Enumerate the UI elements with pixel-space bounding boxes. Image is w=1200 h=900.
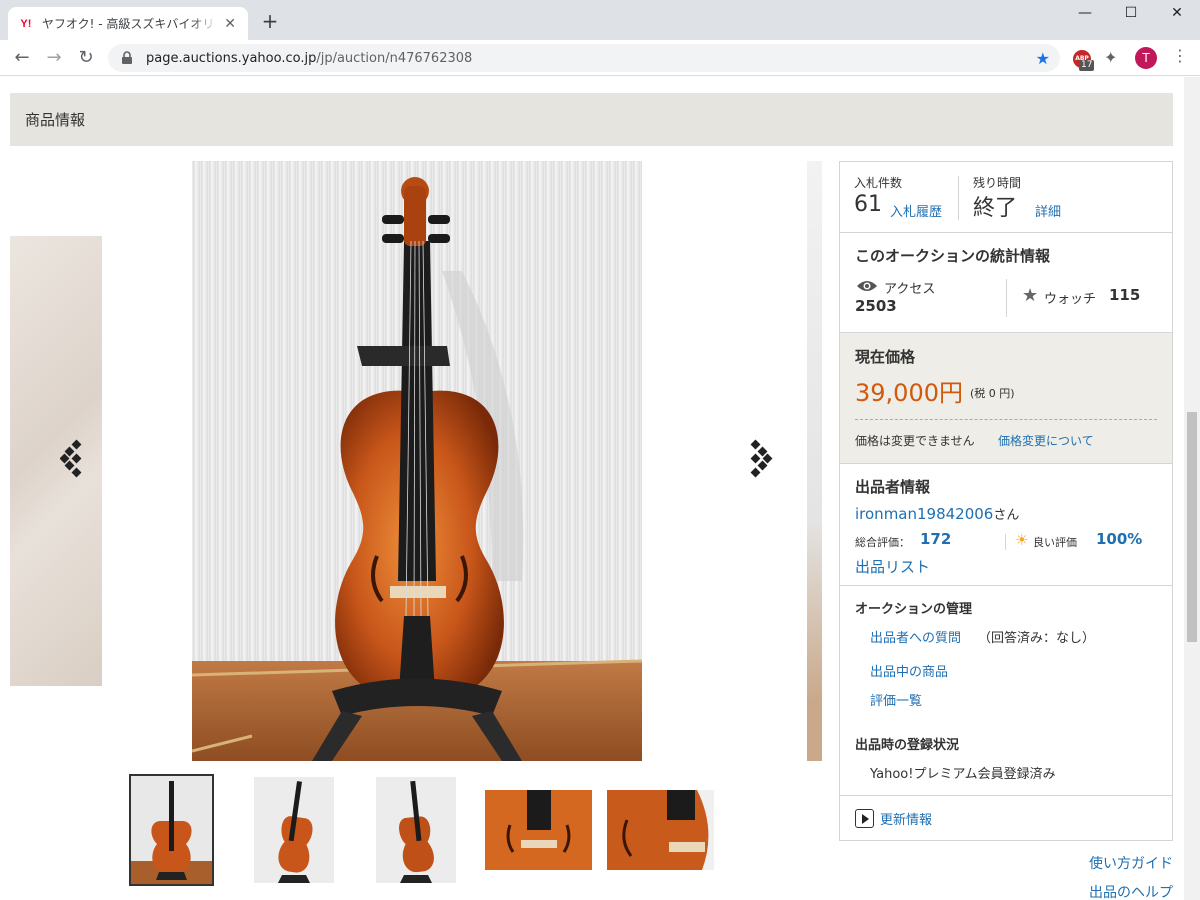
divider	[958, 176, 959, 220]
divider	[1006, 279, 1007, 317]
bid-count-label: 入札件数	[854, 176, 903, 190]
stats-title: このオークションの統計情報	[855, 247, 1051, 265]
thumbnail-3[interactable]	[376, 777, 456, 883]
management-section: オークションの管理 出品者への質問 （回答済み：なし） 出品中の商品 評価一覧 …	[840, 586, 1172, 796]
bid-time-section: 入札件数 61 入札履歴 残り時間 終了 詳細	[840, 162, 1172, 233]
listing-help-link[interactable]: 出品のヘルプ	[1089, 882, 1173, 900]
forward-button[interactable]: →	[42, 46, 66, 70]
seller-name-row: ironman19842006さん	[855, 504, 1019, 523]
price-section: 現在価格 39,000円 (税 0 円) 価格は変更できません 価格変更について	[840, 333, 1172, 464]
thumbnail-image	[399, 780, 434, 883]
update-section: 更新情報	[840, 796, 1172, 840]
seller-list-link[interactable]: 出品リスト	[855, 556, 930, 577]
seller-name-link[interactable]: ironman19842006	[855, 505, 993, 523]
violin-image	[192, 161, 642, 761]
play-icon[interactable]	[855, 809, 874, 828]
maximize-button[interactable]: ☐	[1108, 0, 1154, 26]
url-path: /jp/auction/n476762308	[316, 50, 473, 66]
price-title: 現在価格	[855, 348, 916, 366]
bid-count-value: 61	[854, 192, 882, 217]
gallery-next-slide	[807, 161, 822, 761]
price-note: 価格は変更できません	[855, 434, 975, 448]
back-button[interactable]: ←	[10, 46, 34, 70]
stats-section: このオークションの統計情報 アクセス 2503 ★ ウォッチ 115	[840, 233, 1172, 333]
watch-label: ウォッチ	[1044, 292, 1097, 307]
watch-value: 115	[1109, 286, 1141, 304]
chevron-right-icon[interactable]	[744, 439, 774, 479]
seller-suffix: さん	[993, 508, 1020, 523]
current-price: 39,000円	[855, 379, 963, 407]
main-product-photo[interactable]	[192, 161, 642, 761]
thumbnail-image	[278, 781, 313, 883]
registration-title: 出品時の登録状況	[855, 738, 960, 753]
yahoo-favicon-icon: Y!	[20, 17, 32, 30]
seller-title: 出品者情報	[855, 478, 931, 496]
registration-value: Yahoo!プレミアム会員登録済み	[870, 767, 1056, 782]
section-header: 商品情報	[10, 93, 1173, 146]
page-content: 商品情報 入札件数 61 入札履歴 残り時間 終了 詳細 このオークションの統計…	[0, 77, 1200, 900]
browser-tab[interactable]: Y! ヤフオク! - 高級スズキバイオリン No.5 ✕	[8, 7, 248, 40]
extension-badge: 17	[1079, 60, 1095, 71]
thumbnail-5[interactable]	[607, 790, 714, 870]
rating-value[interactable]: 172	[920, 530, 951, 548]
browser-toolbar: ← → ↻ page.auctions.yahoo.co.jp/jp/aucti…	[0, 40, 1200, 76]
auction-info-panel: 入札件数 61 入札履歴 残り時間 終了 詳細 このオークションの統計情報 アク…	[839, 161, 1173, 841]
new-tab-button[interactable]: +	[258, 9, 282, 33]
kebab-icon[interactable]: ⋮	[1172, 46, 1188, 65]
good-rating-value: 100%	[1096, 530, 1143, 548]
evaluation-list-link[interactable]: 評価一覧	[870, 690, 922, 709]
url-host: page.auctions.yahoo.co.jp	[146, 50, 317, 66]
access-label: アクセス	[884, 282, 936, 297]
minimize-button[interactable]: —	[1062, 0, 1108, 26]
eye-icon	[857, 281, 877, 291]
thumbnail-1[interactable]	[129, 774, 214, 886]
question-link[interactable]: 出品者への質問	[870, 627, 961, 646]
thumbnail-4[interactable]	[485, 790, 592, 870]
seller-items-link[interactable]: 出品中の商品	[870, 661, 948, 680]
seller-section: 出品者情報 ironman19842006さん 総合評価： 172 ☀ 良い評価…	[840, 464, 1172, 586]
sun-icon: ☀	[1015, 531, 1029, 549]
good-rating-label: 良い評価	[1033, 536, 1077, 549]
usage-guide-link[interactable]: 使い方ガイド	[1089, 853, 1173, 873]
chevron-left-icon[interactable]	[60, 439, 90, 479]
divider	[1005, 534, 1006, 550]
price-change-link[interactable]: 価格変更について	[998, 432, 1094, 449]
profile-avatar[interactable]: T	[1135, 47, 1157, 69]
question-note: （回答済み：なし）	[978, 631, 1096, 646]
thumbnail-strip	[129, 774, 730, 886]
thumbnail-2[interactable]	[254, 777, 334, 883]
price-tax: (税 0 円)	[970, 387, 1015, 400]
tab-title: ヤフオク! - 高級スズキバイオリン No.5	[41, 17, 219, 31]
bid-history-link[interactable]: 入札履歴	[890, 201, 942, 220]
star-icon[interactable]: ★	[1022, 285, 1038, 306]
puzzle-icon[interactable]: ✦	[1104, 48, 1117, 67]
update-info-link[interactable]: 更新情報	[880, 809, 932, 828]
time-detail-link[interactable]: 詳細	[1035, 201, 1061, 220]
address-bar[interactable]: page.auctions.yahoo.co.jp/jp/auction/n47…	[108, 44, 1060, 72]
thumbnail-image	[485, 790, 592, 870]
scrollbar-thumb[interactable]	[1187, 412, 1197, 642]
thumbnail-image	[607, 790, 714, 870]
star-icon[interactable]: ★	[1036, 49, 1050, 68]
title-bar: Y! ヤフオク! - 高級スズキバイオリン No.5 ✕ + — ☐ ✕	[0, 0, 1200, 40]
tab-close-icon[interactable]: ✕	[222, 16, 238, 32]
rating-label: 総合評価：	[855, 536, 910, 549]
url-text: page.auctions.yahoo.co.jp/jp/auction/n47…	[146, 51, 472, 66]
page-scrollbar[interactable]	[1184, 77, 1200, 900]
access-value: 2503	[855, 297, 897, 315]
dashed-divider	[855, 419, 1157, 420]
lock-icon	[122, 51, 132, 64]
time-left-label: 残り時間	[973, 176, 1022, 190]
reload-button[interactable]: ↻	[74, 46, 98, 70]
management-title: オークションの管理	[855, 602, 973, 617]
thumbnail-image	[131, 781, 212, 884]
time-left-value: 終了	[973, 196, 1018, 221]
close-window-button[interactable]: ✕	[1154, 0, 1200, 26]
